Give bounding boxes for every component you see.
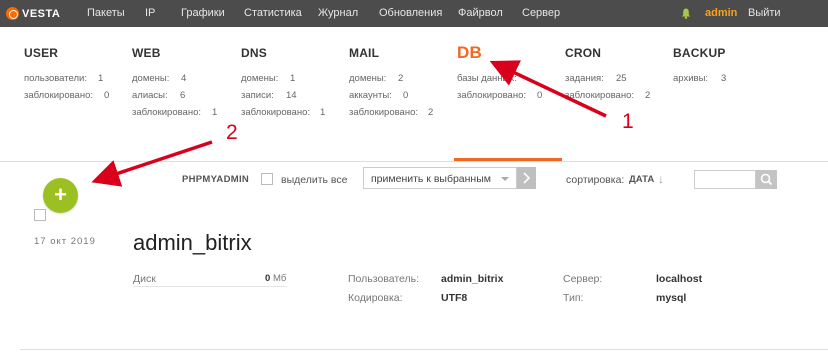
annotation-number-2: 2: [226, 121, 238, 144]
arrow-1: [489, 60, 607, 118]
annotation-arrows: [91, 60, 607, 187]
annotation-number-1: 1: [622, 110, 634, 133]
arrow-2: [91, 140, 213, 187]
